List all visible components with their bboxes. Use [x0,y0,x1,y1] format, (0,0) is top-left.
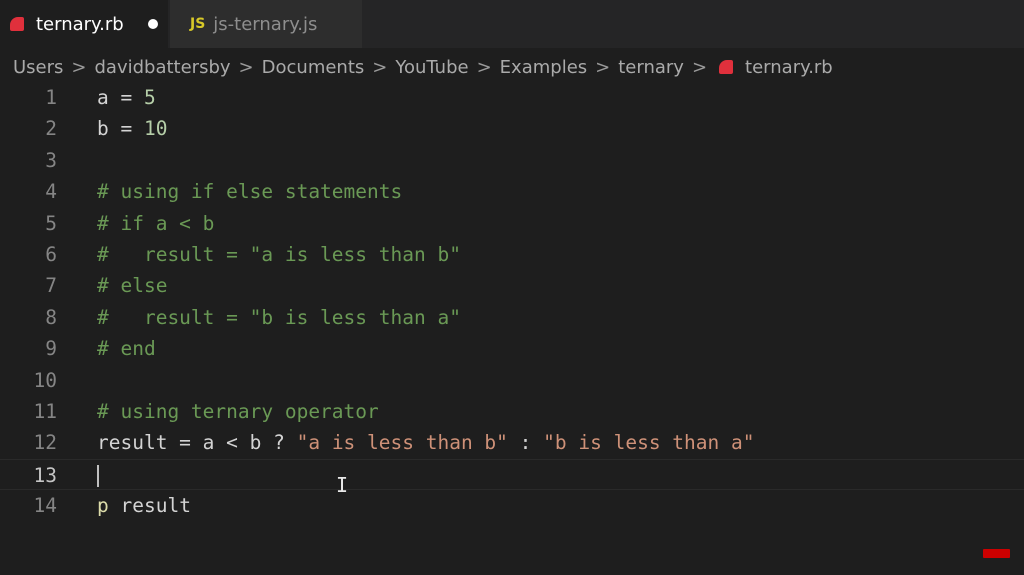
code-token-str: "b is less than a" [543,431,755,455]
line-number: 9 [45,337,57,361]
line-number: 5 [45,211,57,235]
code-text: # using ternary operator [97,396,379,427]
breadcrumb-separator: > [595,56,611,78]
code-line[interactable]: 14 p result [0,490,1024,521]
code-line[interactable]: 13 [0,458,1024,491]
code-token-cmt: # using if else statements [97,180,403,204]
code-line[interactable]: 12 result = a < b ? "a is less than b" : … [0,427,1024,458]
ruby-file-icon [10,17,24,31]
line-number: 14 [33,494,57,518]
code-token-num: 5 [143,86,156,109]
code-token-cmt: # else [97,274,168,298]
js-file-icon: JS [190,16,206,32]
breadcrumb-separator: > [238,56,254,78]
tab-label: ternary.rb [36,13,124,35]
code-token-cmt: # result = "a is less than b" [97,243,461,266]
tab-ternary-rb[interactable]: ternary.rb [0,0,168,48]
text-cursor-ibeam-icon: I [336,473,349,497]
breadcrumb-separator: > [476,56,492,78]
code-text: b = 10 [97,113,167,144]
code-text: # result = "b is less than a" [97,302,461,333]
breadcrumb-item[interactable]: YouTube [395,57,468,78]
code-text: a = 5 [97,82,156,113]
breadcrumb-separator: > [691,56,708,78]
code-text: # else [97,270,167,301]
code-token-cmt: # using ternary operator [97,400,379,423]
code-line[interactable]: 3 [0,145,1024,176]
code-text: # using if else statements [97,176,402,207]
code-line[interactable]: 10 [0,365,1024,396]
code-text: # result = "a is less than b" [97,239,461,270]
text-caret [97,464,99,487]
code-line[interactable]: 2 b = 10 [0,113,1024,144]
code-token-plain: result [108,494,191,518]
code-line[interactable]: 9 # end [0,333,1024,364]
code-line[interactable]: 7 # else [0,270,1024,301]
breadcrumb-item[interactable]: ternary [618,57,684,78]
tab-bar: ternary.rb JS js-ternary.js [0,0,1024,48]
line-number: 4 [45,180,57,204]
line-number: 13 [33,463,57,487]
subscribe-badge[interactable] [983,549,1010,558]
code-token-cmt: # if a < b [97,211,215,235]
code-text: result = a < b ? "a is less than b" : "b… [97,427,754,458]
line-number: 1 [45,86,57,109]
breadcrumb-item[interactable]: Documents [262,57,365,78]
code-line[interactable]: 5 # if a < b [0,208,1024,239]
code-token-cmt: # result = "b is less than a" [97,305,461,329]
code-line[interactable]: 4 # using if else statements [0,176,1024,207]
line-number: 10 [33,368,57,392]
line-number: 7 [45,274,57,298]
code-text: # end [97,333,156,364]
line-number: 6 [45,243,57,266]
code-token-num: 10 [143,117,168,141]
code-token-kw: p [97,494,109,518]
ruby-file-icon [719,60,734,74]
breadcrumb: Users > davidbattersby > Documents > You… [13,54,833,80]
code-text: p result [97,490,191,521]
unsaved-dot-icon[interactable] [147,19,158,29]
line-number: 8 [45,305,57,329]
line-number: 12 [33,431,57,455]
code-token-str: "a is less than b" [296,431,508,455]
code-token-plain: result = a < b ? [97,431,297,455]
code-token-plain: : [507,431,544,455]
tab-label: js-ternary.js [213,13,318,35]
breadcrumb-separator: > [71,56,87,78]
breadcrumb-item[interactable]: Users [13,57,63,78]
line-number: 3 [45,148,57,172]
code-line[interactable]: 1 a = 5 [0,82,1024,113]
code-token-plain: a = [97,86,144,109]
line-number: 11 [33,400,57,423]
code-token-plain: b = [97,117,144,141]
breadcrumb-separator: > [372,56,388,78]
breadcrumb-item[interactable]: ternary.rb [745,57,833,78]
code-line[interactable]: 11 # using ternary operator [0,396,1024,427]
code-line[interactable]: 6 # result = "a is less than b" [0,239,1024,270]
breadcrumb-item[interactable]: Examples [500,57,587,78]
breadcrumb-item[interactable]: davidbattersby [95,57,231,78]
tab-js-ternary-js[interactable]: JS js-ternary.js [170,0,362,48]
code-text: # if a < b [97,208,214,239]
code-line[interactable]: 8 # result = "b is less than a" [0,302,1024,333]
code-token-cmt: # end [97,337,156,361]
line-number: 2 [45,117,57,141]
